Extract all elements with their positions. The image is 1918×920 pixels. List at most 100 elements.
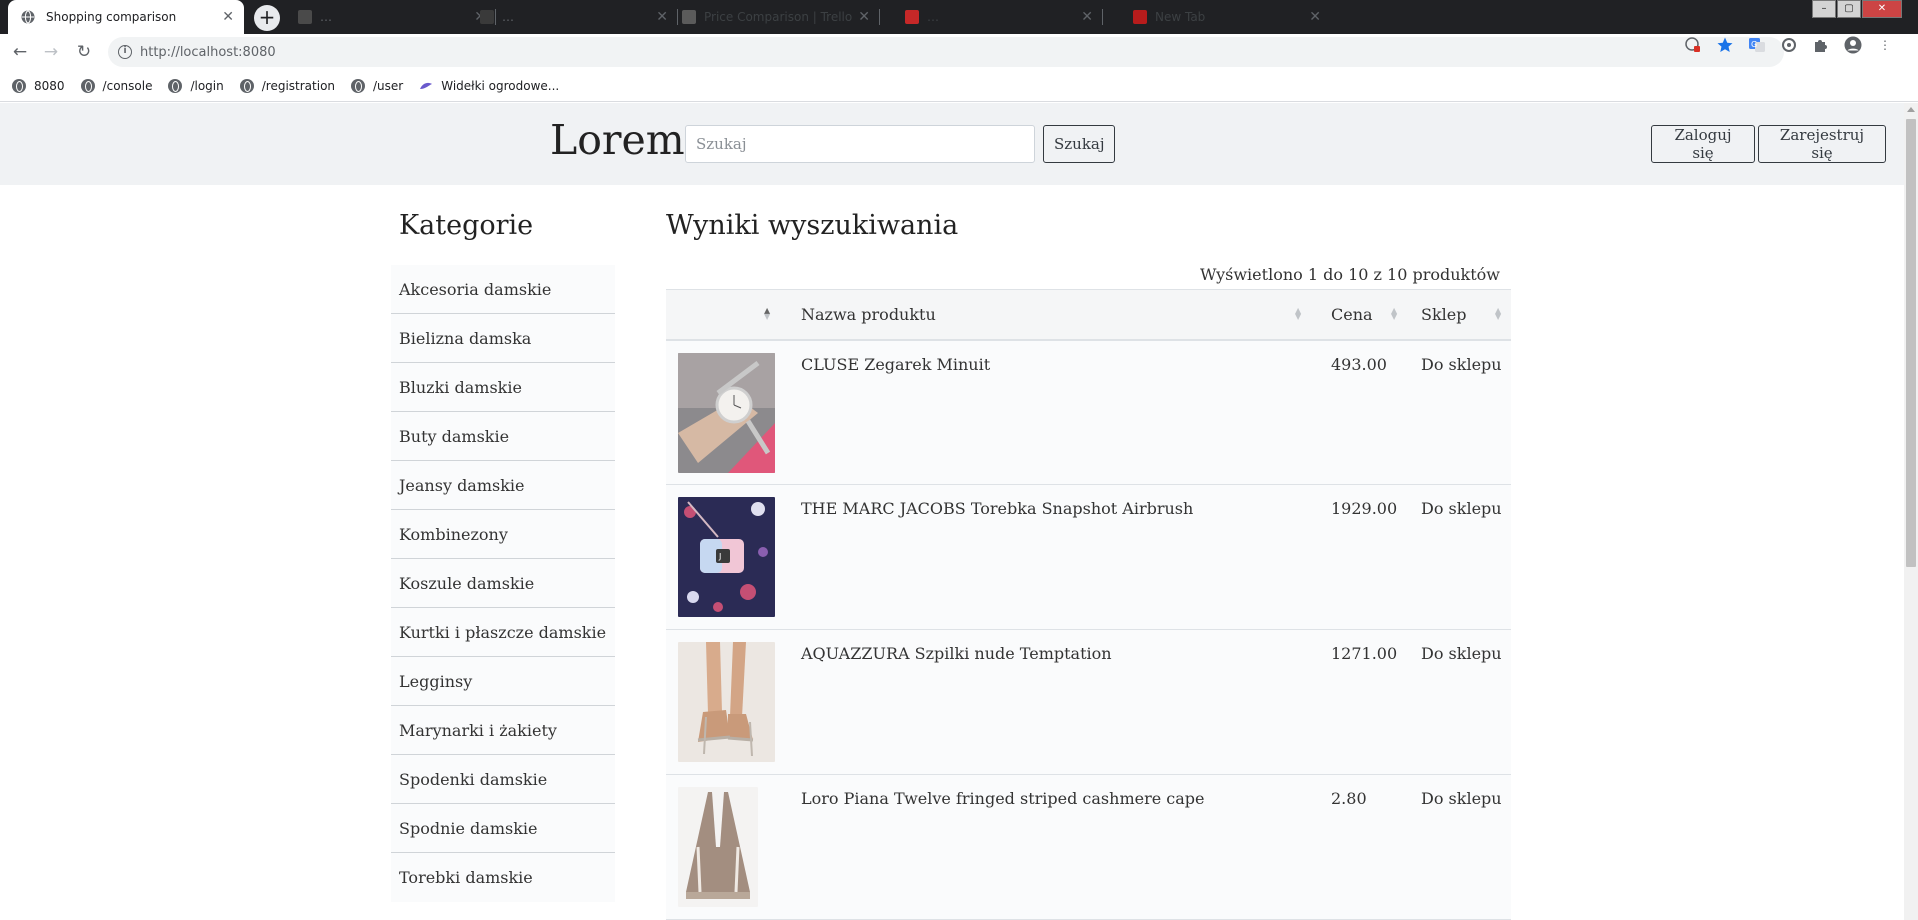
bookmark-item[interactable]: /registration <box>239 78 335 93</box>
category-item[interactable]: Legginsy <box>391 657 615 706</box>
sync-icon[interactable] <box>1780 36 1798 54</box>
search-input[interactable] <box>685 125 1035 163</box>
table-row: Loro Piana Twelve fringed striped cashme… <box>666 774 1511 920</box>
product-name[interactable]: THE MARC JACOBS Torebka Snapshot Airbrus… <box>789 484 1319 630</box>
column-header-price[interactable]: Cena ▲ ▼ <box>1319 289 1411 341</box>
sort-icon: ▲ ▼ <box>1495 306 1502 321</box>
product-image-cell <box>666 339 789 485</box>
close-tab-icon[interactable]: ✕ <box>1081 9 1093 25</box>
maximize-icon[interactable]: ▢ <box>1837 0 1861 18</box>
tab-title: Shopping comparison <box>46 10 177 24</box>
background-tab[interactable]: … ✕ <box>468 0 678 34</box>
register-button[interactable]: Zarejestruj się <box>1758 125 1886 163</box>
close-window-icon[interactable]: ✕ <box>1862 0 1902 18</box>
bookmark-label: /user <box>373 78 404 93</box>
background-tab[interactable]: … ✕ <box>286 0 496 34</box>
category-item[interactable]: Torebki damskie <box>391 853 615 902</box>
product-name[interactable]: CLUSE Zegarek Minuit <box>789 339 1319 485</box>
scroll-up-arrow-icon[interactable] <box>1907 107 1915 112</box>
login-button[interactable]: Zaloguj się <box>1651 125 1755 163</box>
product-name[interactable]: Loro Piana Twelve fringed striped cashme… <box>789 774 1319 920</box>
column-label: Nazwa produktu <box>801 304 936 324</box>
tab-shopping-comparison[interactable]: Shopping comparison ✕ <box>8 0 244 34</box>
profile-avatar-icon[interactable] <box>1844 36 1862 54</box>
bookmark-item[interactable]: /user <box>351 78 404 93</box>
column-label: Cena <box>1331 304 1373 324</box>
category-item[interactable]: Bluzki damskie <box>391 363 615 412</box>
background-tab[interactable]: New Tab ✕ <box>1121 0 1331 34</box>
background-tab[interactable]: … ✕ <box>893 0 1103 34</box>
results-table: ▲ ▼ Nazwa produktu ▲ ▼ Cena ▲ ▼ Sklep ▲ ▼ <box>666 289 1511 920</box>
category-item[interactable]: Bielizna damska <box>391 314 615 363</box>
results-title: Wyniki wyszukiwania <box>666 210 959 241</box>
cookie-blocked-icon[interactable] <box>1684 36 1702 54</box>
watch-photo[interactable] <box>678 352 775 473</box>
more-menu-icon[interactable]: ⋮ <box>1876 36 1894 54</box>
search-button[interactable]: Szukaj <box>1043 125 1115 163</box>
tab-title: … <box>927 10 939 24</box>
translate-icon[interactable]: G <box>1748 36 1766 54</box>
bookmark-item[interactable]: /login <box>168 78 224 93</box>
category-item[interactable]: Kurtki i płaszcze damskie <box>391 608 615 657</box>
extensions-puzzle-icon[interactable] <box>1812 36 1830 54</box>
tab-title: New Tab <box>1155 10 1206 24</box>
new-tab-button[interactable]: + <box>254 5 280 31</box>
minimize-icon[interactable]: – <box>1812 0 1836 18</box>
close-tab-icon[interactable]: ✕ <box>222 9 234 25</box>
browser-toolbar: ← → ↻ i http://localhost:8080 G ⋮ <box>0 34 1918 70</box>
shop-link[interactable]: Do sklepu <box>1411 339 1511 485</box>
forward-arrow-icon[interactable]: → <box>40 42 62 64</box>
category-item[interactable]: Koszule damskie <box>391 559 615 608</box>
scrollbar-thumb[interactable] <box>1906 119 1916 567</box>
close-tab-icon[interactable]: ✕ <box>858 9 870 25</box>
column-header-name[interactable]: Nazwa produktu ▲ ▼ <box>789 289 1319 341</box>
category-item[interactable]: Buty damskie <box>391 412 615 461</box>
bag-photo[interactable]: J <box>678 497 775 617</box>
product-price: 493.00 <box>1319 339 1411 485</box>
shop-link[interactable]: Do sklepu <box>1411 774 1511 920</box>
column-label: Sklep <box>1421 304 1467 324</box>
bookmark-item[interactable]: 8080 <box>12 78 65 93</box>
tab-favicon-icon <box>480 10 494 24</box>
category-item[interactable]: Akcesoria damskie <box>391 265 615 314</box>
page-scrollbar[interactable] <box>1904 103 1918 920</box>
table-row: J THE MARC JACOBS Torebka Snapshot Airbr… <box>666 484 1511 630</box>
product-name[interactable]: AQUAZZURA Szpilki nude Temptation <box>789 629 1319 775</box>
column-header-image[interactable]: ▲ ▼ <box>666 289 789 341</box>
shop-link[interactable]: Do sklepu <box>1411 629 1511 775</box>
sort-asc-icon: ▲ ▼ <box>764 306 771 321</box>
bookmark-item[interactable]: /console <box>80 78 152 93</box>
results-count: Wyświetlono 1 do 10 z 10 produktów <box>1200 265 1500 284</box>
category-item[interactable]: Marynarki i żakiety <box>391 706 615 755</box>
category-item[interactable]: Jeansy damskie <box>391 461 615 510</box>
background-tab[interactable]: Price Comparison | Trello ✕ <box>670 0 880 34</box>
tab-title: Price Comparison | Trello <box>704 10 853 24</box>
address-bar[interactable]: i http://localhost:8080 <box>108 37 1784 67</box>
window-controls: – ▢ ✕ <box>1811 0 1902 18</box>
product-image-cell <box>666 774 789 920</box>
category-list: Akcesoria damskie Bielizna damska Bluzki… <box>391 265 615 902</box>
category-item[interactable]: Kombinezony <box>391 510 615 559</box>
close-tab-icon[interactable]: ✕ <box>656 9 668 25</box>
back-arrow-icon[interactable]: ← <box>9 42 31 64</box>
product-price: 1271.00 <box>1319 629 1411 775</box>
categories-title: Kategorie <box>399 210 534 241</box>
table-row: AQUAZZURA Szpilki nude Temptation 1271.0… <box>666 629 1511 775</box>
cape-photo[interactable] <box>678 787 758 907</box>
browser-tabstrip: Shopping comparison ✕ + … ✕ … ✕ Price Co… <box>0 0 1918 34</box>
heels-photo[interactable] <box>678 642 775 762</box>
shop-link[interactable]: Do sklepu <box>1411 484 1511 630</box>
sort-icon: ▲ ▼ <box>1391 306 1398 321</box>
globe-icon <box>168 78 183 93</box>
column-header-shop[interactable]: Sklep ▲ ▼ <box>1411 289 1511 341</box>
close-tab-icon[interactable]: ✕ <box>1309 9 1321 25</box>
product-image-cell <box>666 629 789 775</box>
bookmark-item[interactable]: Widełki ogrodowe... <box>419 79 559 93</box>
reload-icon[interactable]: ↻ <box>73 42 95 64</box>
category-item[interactable]: Spodnie damskie <box>391 804 615 853</box>
category-item[interactable]: Spodenki damskie <box>391 755 615 804</box>
bookmark-star-icon[interactable] <box>1716 36 1734 54</box>
tab-title: … <box>320 10 332 24</box>
info-icon[interactable]: i <box>118 45 132 59</box>
brand-logo[interactable]: Lorem <box>550 116 685 164</box>
